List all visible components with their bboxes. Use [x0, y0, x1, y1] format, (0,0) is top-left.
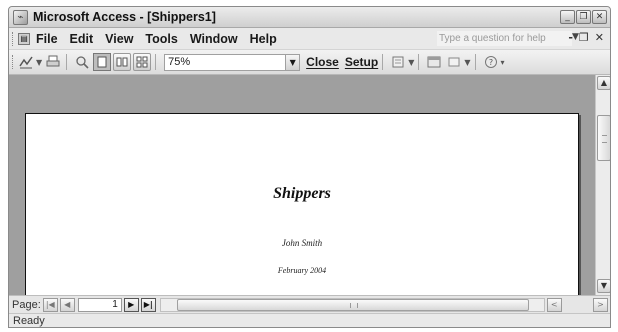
one-page-icon[interactable]	[93, 53, 112, 71]
access-app-icon[interactable]: ⌁	[13, 9, 28, 25]
vertical-scroll-thumb[interactable]	[597, 115, 610, 161]
menu-bar: ▤ File Edit View Tools Window Help Type …	[9, 28, 610, 50]
print-icon[interactable]	[44, 53, 62, 71]
doc-restore-button[interactable]: ❐	[579, 31, 589, 44]
menu-view[interactable]: View	[105, 32, 133, 46]
menu-window[interactable]: Window	[190, 32, 238, 46]
vertical-scrollbar[interactable]: ▲ ▼	[595, 75, 610, 295]
office-links-dropdown-icon[interactable]: ▼	[408, 58, 414, 67]
report-date: February 2004	[277, 266, 327, 275]
doc-close-button[interactable]: ✕	[595, 31, 604, 44]
svg-text:?: ?	[488, 58, 492, 67]
status-bar: Ready	[9, 313, 610, 327]
document-icon[interactable]: ▤	[18, 32, 30, 45]
toolbar-separator	[474, 54, 476, 70]
print-preview-toolbar: ▼ 75% ▼ Close Setup ▼ ▼ ? ▾	[9, 50, 610, 75]
previous-page-icon[interactable]: ◀	[59, 297, 75, 312]
doc-minimize-button[interactable]: -	[568, 31, 573, 44]
report-author: John Smith	[281, 238, 323, 248]
new-object-icon[interactable]	[445, 53, 463, 71]
horizontal-scrollbar[interactable]	[159, 297, 545, 312]
office-links-icon[interactable]	[389, 53, 407, 71]
title-bar: ⌁ Microsoft Access - [Shippers1] _ ❐ ✕	[9, 7, 610, 28]
zoom-dropdown-icon[interactable]: ▼	[286, 53, 301, 71]
zoom-combobox[interactable]: 75%	[164, 53, 287, 71]
page-label: Page:	[12, 298, 41, 311]
database-window-icon[interactable]	[425, 53, 443, 71]
toolbar-separator	[418, 54, 420, 70]
menu-edit[interactable]: Edit	[70, 32, 94, 46]
report-page[interactable]: Shippers John Smith February 2004	[25, 113, 579, 295]
toolbar-grip[interactable]	[12, 55, 15, 69]
page-navigation-bar: Page: |◀ ◀ 1 ▶ ▶| < >	[9, 295, 610, 313]
view-icon[interactable]	[17, 53, 35, 71]
help-question-input[interactable]: Type a question for help	[437, 31, 572, 46]
scroll-up-icon[interactable]: ▲	[597, 76, 610, 90]
close-preview-button[interactable]: Close	[306, 55, 339, 69]
toolbar-separator	[382, 54, 384, 70]
menu-help[interactable]: Help	[250, 32, 277, 46]
zoom-icon[interactable]	[73, 53, 91, 71]
scroll-down-icon[interactable]: ▼	[597, 279, 610, 293]
two-pages-icon[interactable]	[113, 53, 132, 71]
toolbar-separator	[155, 54, 157, 70]
last-page-icon[interactable]: ▶|	[140, 297, 156, 312]
page-number-input[interactable]: 1	[77, 297, 122, 312]
report-title: Shippers	[273, 185, 331, 202]
scroll-right-icon[interactable]: >	[593, 297, 608, 312]
window-title: Microsoft Access - [Shippers1]	[33, 10, 216, 24]
minimize-button[interactable]: _	[560, 10, 575, 24]
scroll-left-icon[interactable]: <	[546, 297, 562, 312]
window-controls: _ ❐ ✕	[560, 10, 607, 24]
first-page-icon[interactable]: |◀	[42, 297, 58, 312]
menu-tools[interactable]: Tools	[145, 32, 177, 46]
toolbar-separator	[66, 54, 68, 70]
multiple-pages-icon[interactable]	[133, 53, 152, 71]
page-setup-button[interactable]: Setup	[345, 55, 378, 69]
close-button[interactable]: ✕	[592, 10, 607, 24]
view-dropdown-icon[interactable]: ▼	[36, 58, 42, 67]
menu-file[interactable]: File	[36, 32, 58, 46]
help-icon[interactable]: ?	[482, 53, 500, 71]
restore-button[interactable]: ❐	[576, 10, 591, 24]
toolbar-options-icon[interactable]: ▾	[501, 58, 505, 67]
document-window-controls: - ❐ ✕	[568, 31, 604, 44]
horizontal-scroll-thumb[interactable]	[176, 298, 529, 311]
preview-area: Shippers John Smith February 2004	[9, 75, 595, 295]
new-object-dropdown-icon[interactable]: ▼	[464, 58, 470, 67]
next-page-icon[interactable]: ▶	[123, 297, 139, 312]
menubar-grip[interactable]	[12, 31, 15, 46]
access-window: ⌁ Microsoft Access - [Shippers1] _ ❐ ✕ ▤…	[8, 6, 611, 328]
